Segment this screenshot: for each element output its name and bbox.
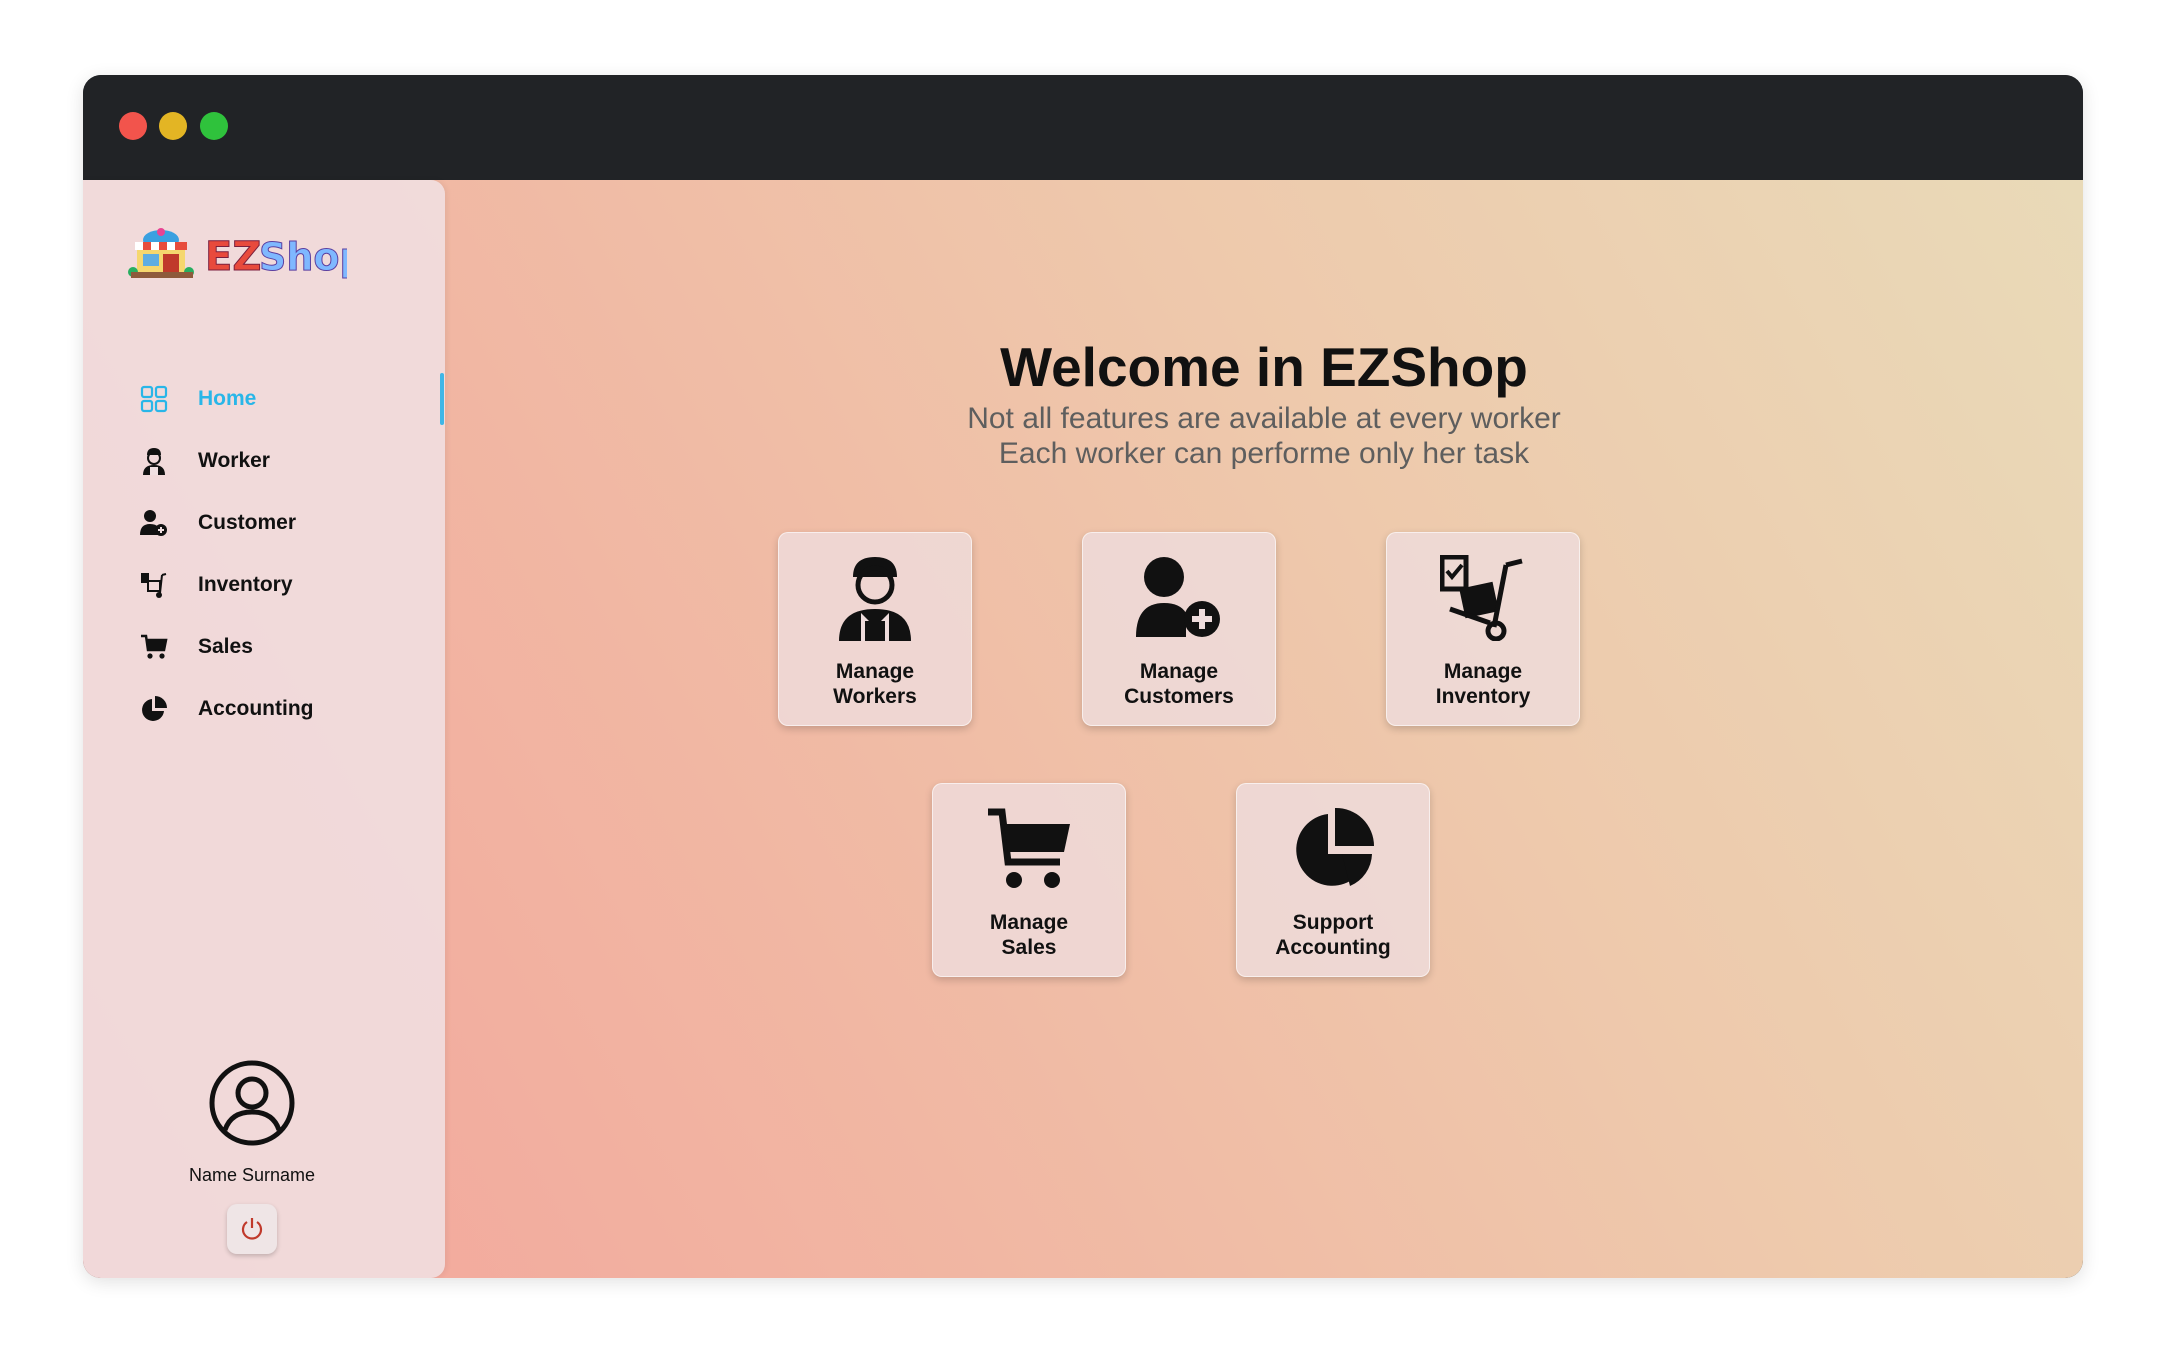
minimize-window-button[interactable]: [159, 112, 187, 140]
main-content: EZ Shop Home: [83, 180, 2083, 1278]
manage-customers-card[interactable]: Manage Customers: [1082, 532, 1276, 726]
card-label: Manage Workers: [833, 660, 917, 708]
sidebar-item-home[interactable]: Home: [138, 374, 438, 424]
manage-inventory-card[interactable]: Manage Inventory: [1386, 532, 1580, 726]
manage-sales-card[interactable]: Manage Sales: [932, 783, 1126, 977]
hand-truck-icon: [1433, 555, 1533, 645]
card-label: Manage Inventory: [1435, 660, 1531, 708]
active-indicator: [440, 373, 444, 425]
sidebar-item-worker[interactable]: Worker: [138, 436, 438, 486]
support-accounting-card[interactable]: Support Accounting: [1236, 783, 1430, 977]
page-subtitle-line1: Not all features are available at every …: [967, 402, 1561, 435]
sidebar-item-label: Customer: [198, 511, 297, 534]
worker-icon: [138, 445, 170, 477]
card-label: Manage Sales: [989, 911, 1069, 959]
sidebar-item-customer[interactable]: Customer: [138, 498, 438, 548]
cart-icon: [979, 806, 1079, 896]
sidebar-item-label: Home: [198, 387, 257, 410]
cart-icon: [138, 631, 170, 663]
page-subtitle-line2: Each worker can performe only her task: [998, 437, 1530, 470]
user-avatar-icon: [209, 1060, 295, 1146]
pie-chart-icon: [138, 693, 170, 725]
logout-button[interactable]: [227, 1204, 277, 1254]
hand-truck-icon: [138, 569, 170, 601]
sidebar-item-inventory[interactable]: Inventory: [138, 560, 438, 610]
close-window-button[interactable]: [119, 112, 147, 140]
manage-workers-card[interactable]: Manage Workers: [778, 532, 972, 726]
sidebar-item-accounting[interactable]: Accounting: [138, 684, 438, 734]
card-label: Manage Customers: [1124, 660, 1234, 708]
pie-chart-icon: [1283, 806, 1383, 896]
page-title: Welcome in EZShop: [1000, 336, 1528, 398]
add-user-icon: [1129, 555, 1229, 645]
svg-text:Shop: Shop: [259, 235, 347, 279]
add-user-icon: [138, 507, 170, 539]
ezshop-logo: EZ Shop: [127, 222, 367, 288]
worker-icon: [825, 555, 925, 645]
user-name: Name Surname: [188, 1165, 316, 1185]
sidebar-item-label: Worker: [198, 449, 270, 472]
title-bar: [83, 75, 2083, 180]
sidebar-item-sales[interactable]: Sales: [138, 622, 438, 672]
sidebar-item-label: Sales: [198, 635, 253, 658]
svg-text:EZ: EZ: [205, 234, 261, 280]
sidebar: EZ Shop Home: [83, 180, 445, 1278]
sidebar-item-label: Accounting: [198, 697, 314, 720]
power-icon: [241, 1218, 263, 1240]
app-window: EZ Shop Home: [83, 75, 2083, 1278]
sidebar-item-label: Inventory: [198, 573, 293, 596]
maximize-window-button[interactable]: [200, 112, 228, 140]
grid-icon: [138, 383, 170, 415]
card-label: Support Accounting: [1275, 911, 1391, 959]
